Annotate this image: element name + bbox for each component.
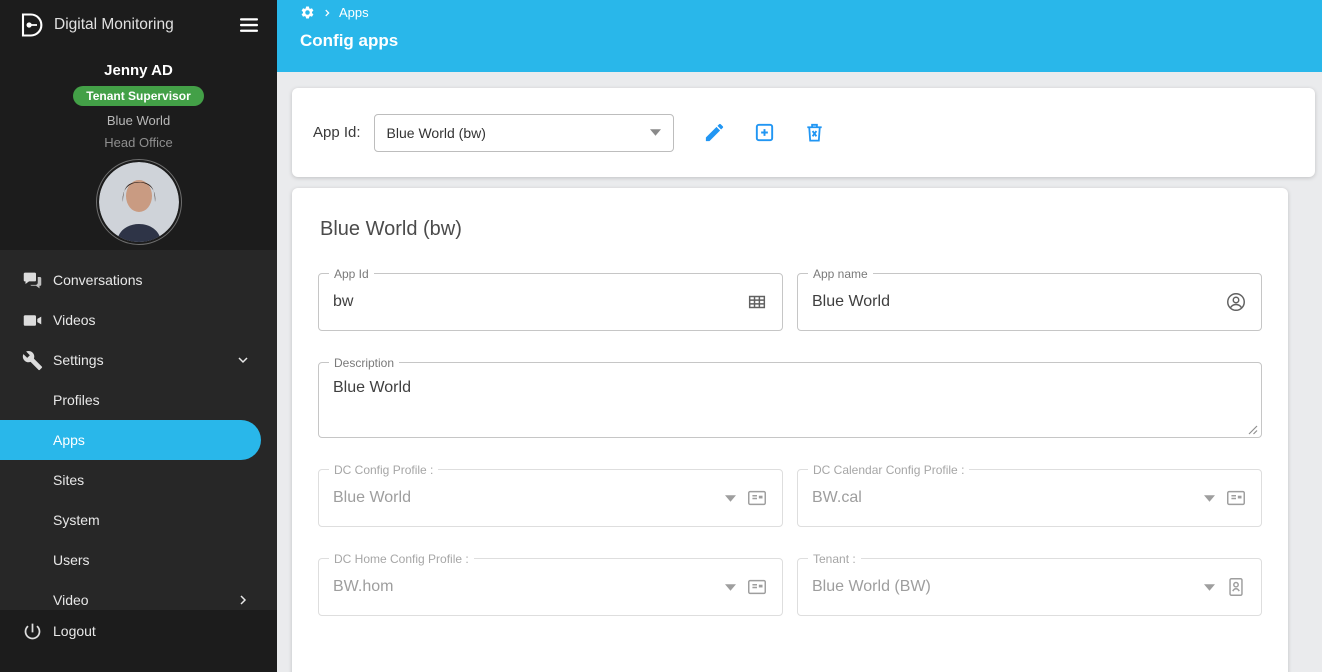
badge-icon [1225, 576, 1247, 598]
chevron-down-icon [235, 352, 251, 368]
app-select[interactable]: Blue World (bw) [373, 113, 674, 152]
dc-config-profile-field: DC Config Profile : Blue World [318, 462, 783, 527]
field-label: DC Config Profile : [329, 462, 439, 478]
sidebar-footer: Logout [0, 610, 277, 672]
user-name: Jenny AD [104, 62, 173, 79]
profile-card-icon [1225, 487, 1247, 509]
nav-label: Video [53, 592, 89, 608]
sidebar-item-users[interactable]: Users [0, 540, 277, 580]
form-row-1: App Id App name [318, 266, 1262, 331]
nav-label: Videos [53, 312, 96, 328]
field-label: Tenant : [808, 551, 861, 567]
dc-home-config-profile-field: DC Home Config Profile : BW.hom [318, 551, 783, 616]
sidebar-item-profiles[interactable]: Profiles [0, 380, 277, 420]
nav-label: Apps [53, 432, 85, 448]
page-header: Apps Config apps [277, 0, 1322, 72]
sidebar-nav: Conversations Videos Settings Profiles A… [0, 250, 277, 610]
field-label: Description [329, 355, 400, 371]
user-site: Head Office [104, 135, 173, 150]
avatar[interactable] [95, 159, 182, 245]
add-app-button[interactable] [753, 121, 776, 144]
app-name-input[interactable] [812, 274, 1225, 330]
user-role-badge: Tenant Supervisor [73, 86, 204, 106]
chevron-down-icon [725, 583, 736, 591]
nav-label: Sites [53, 472, 85, 488]
dc-config-profile-value: Blue World [333, 489, 411, 506]
sidebar-item-settings[interactable]: Settings [0, 340, 277, 380]
resize-handle[interactable] [1246, 422, 1258, 435]
nav-label: Profiles [53, 392, 100, 408]
delete-app-button[interactable] [803, 121, 826, 144]
gear-icon[interactable] [300, 5, 315, 20]
edit-app-button[interactable] [703, 121, 726, 144]
app-details-title: Blue World (bw) [320, 218, 462, 240]
dc-home-suffix [725, 576, 768, 598]
app-id-input[interactable] [333, 274, 746, 330]
app-actions [703, 121, 826, 144]
tenant-suffix [1204, 576, 1247, 598]
sidebar-item-system[interactable]: System [0, 500, 277, 540]
dc-config-suffix [725, 487, 768, 509]
chevron-right-icon [235, 592, 251, 608]
page-title: Config apps [300, 31, 399, 50]
table-grid-icon [746, 291, 768, 313]
sidebar-item-videos[interactable]: Videos [0, 300, 277, 340]
app-title: Digital Monitoring [54, 16, 174, 33]
nav-label: Conversations [53, 272, 143, 288]
user-tenant: Blue World [106, 113, 171, 128]
app-selector-card: App Id: Blue World (bw) [292, 88, 1315, 177]
app-id-suffix [746, 291, 768, 313]
profile-card-icon [746, 576, 768, 598]
user-profile: Jenny AD Tenant Supervisor Blue World He… [0, 50, 277, 250]
sidebar-item-apps[interactable]: Apps [0, 420, 261, 460]
breadcrumb: Apps [300, 5, 1322, 20]
sidebar-header: Digital Monitoring [0, 0, 277, 50]
content-area: App Id: Blue World (bw) Blue World (bw) … [277, 72, 1322, 672]
dc-calendar-suffix [1204, 487, 1247, 509]
video-camera-icon [22, 310, 43, 331]
nav-label: System [53, 512, 100, 528]
main-area: Apps Config apps App Id: Blue World (bw) [277, 0, 1322, 672]
sidebar-item-logout[interactable]: Logout [0, 610, 277, 652]
field-label: App Id [329, 266, 374, 282]
dc-home-config-profile-value: BW.hom [333, 578, 394, 595]
profile-card-icon [746, 487, 768, 509]
chat-icon [22, 270, 43, 291]
app-id-field: App Id [318, 266, 783, 331]
app-logo-icon [16, 11, 44, 39]
menu-toggle-button[interactable] [237, 13, 261, 37]
tenant-field: Tenant : Blue World (BW) [797, 551, 1262, 616]
field-label: DC Calendar Config Profile : [808, 462, 970, 478]
chevron-down-icon [1204, 494, 1215, 502]
dc-calendar-config-profile-field: DC Calendar Config Profile : BW.cal [797, 462, 1262, 527]
tenant-value: Blue World (BW) [812, 578, 931, 595]
wrench-icon [22, 350, 43, 371]
field-label: App name [808, 266, 873, 282]
app-id-select-label: App Id: [313, 124, 361, 141]
nav-label: Settings [53, 352, 104, 368]
description-textarea[interactable]: Blue World [333, 363, 1247, 437]
app-name-suffix [1225, 291, 1247, 313]
nav-label: Logout [53, 623, 96, 639]
chevron-down-icon [1204, 583, 1215, 591]
app-name-field: App name [797, 266, 1262, 331]
sidebar: Digital Monitoring Jenny AD Tenant Super… [0, 0, 277, 672]
power-icon [22, 621, 43, 642]
sidebar-item-conversations[interactable]: Conversations [0, 260, 277, 300]
chevron-down-icon [725, 494, 736, 502]
breadcrumb-separator-icon [322, 8, 332, 18]
description-field: Description Blue World [318, 355, 1262, 438]
app-details-card: Blue World (bw) App Id App name [292, 188, 1288, 672]
form-row-2: Description Blue World [318, 355, 1262, 438]
nav-label: Users [53, 552, 90, 568]
form-row-4: DC Home Config Profile : BW.hom Tenant :… [318, 551, 1262, 616]
sidebar-item-sites[interactable]: Sites [0, 460, 277, 500]
dc-calendar-config-profile-value: BW.cal [812, 489, 862, 506]
form-row-3: DC Config Profile : Blue World DC Calend… [318, 462, 1262, 527]
app-select-value: Blue World (bw) [386, 124, 486, 141]
field-label: DC Home Config Profile : [329, 551, 474, 567]
breadcrumb-item-apps[interactable]: Apps [339, 5, 369, 20]
chevron-down-icon [649, 129, 661, 136]
account-circle-icon [1225, 291, 1247, 313]
